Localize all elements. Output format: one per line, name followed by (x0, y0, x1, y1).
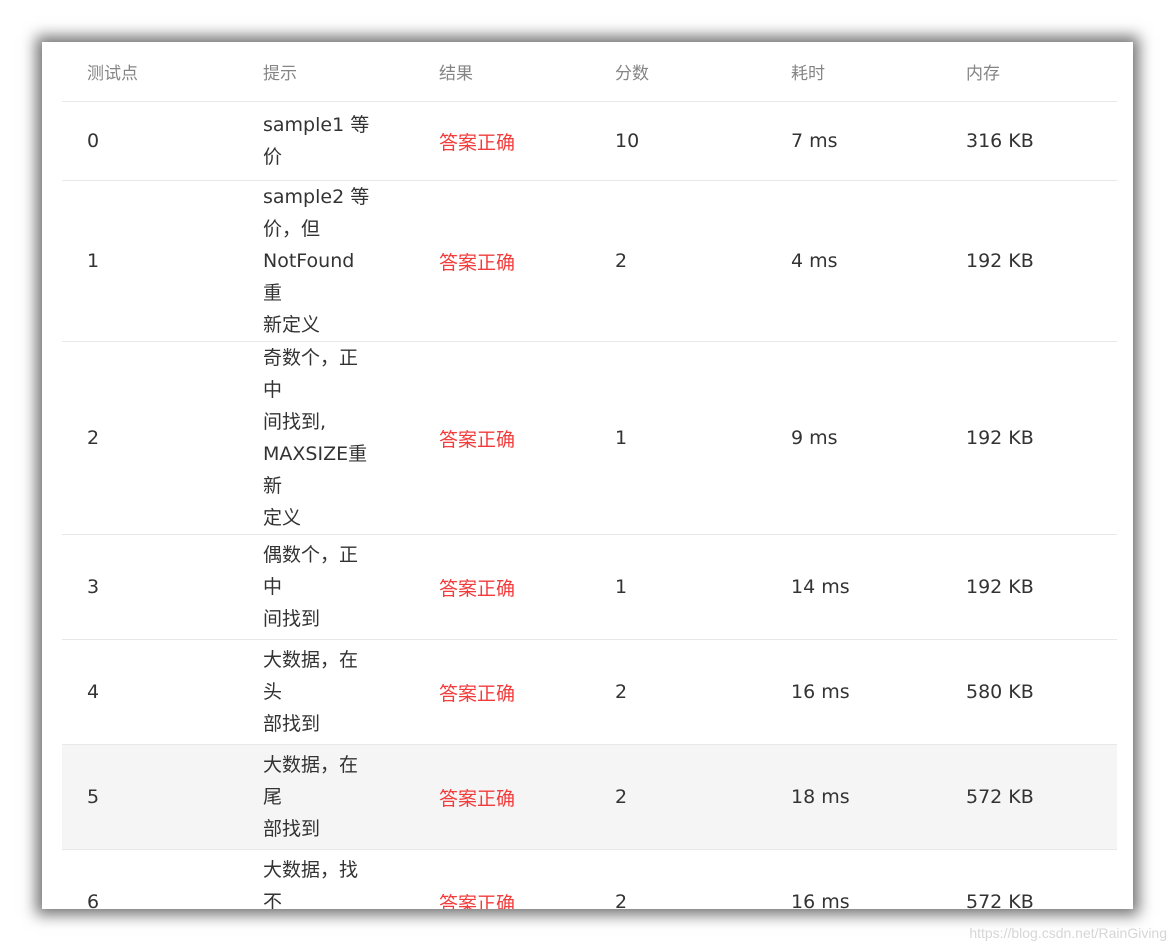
header-memory: 内存 (941, 42, 1117, 102)
hint-line: 奇数个，正中 (263, 347, 359, 401)
header-time: 耗时 (766, 42, 941, 102)
table-header-row: 测试点 提示 结果 分数 耗时 内存 (62, 42, 1117, 102)
cell-time: 18 ms (766, 744, 941, 850)
cell-hint: 偶数个，正中 间找到 (238, 534, 414, 640)
cell-hint: sample2 等 价，但 NotFound重 新定义 (238, 180, 414, 342)
cell-test-point: 1 (62, 180, 238, 342)
cell-test-point: 3 (62, 534, 238, 640)
cell-hint: 大数据，找不 到 (238, 849, 414, 909)
cell-score: 1 (590, 534, 766, 640)
test-results-table: 测试点 提示 结果 分数 耗时 内存 0 sample1 等价 答案正确 10 … (62, 42, 1117, 909)
cell-test-point: 6 (62, 849, 238, 909)
hint-line: 部找到 (263, 818, 321, 840)
cell-memory: 580 KB (941, 639, 1117, 745)
hint-line: 大数据，找不 (263, 859, 359, 909)
cell-time: 14 ms (766, 534, 941, 640)
hint-line: MAXSIZE重新 (263, 443, 368, 497)
cell-result: 答案正确 (414, 639, 590, 745)
cell-hint: 大数据，在尾 部找到 (238, 744, 414, 850)
cell-score: 2 (590, 744, 766, 850)
hint-line: 部找到 (263, 713, 321, 735)
cell-test-point: 0 (62, 101, 238, 181)
table-row: 0 sample1 等价 答案正确 10 7 ms 316 KB (62, 101, 1117, 181)
results-card: 测试点 提示 结果 分数 耗时 内存 0 sample1 等价 答案正确 10 … (42, 42, 1133, 909)
cell-result: 答案正确 (414, 534, 590, 640)
table-row: 2 奇数个，正中 间找到, MAXSIZE重新 定义 答案正确 1 9 ms 1… (62, 341, 1117, 535)
header-result: 结果 (414, 42, 590, 102)
cell-time: 9 ms (766, 341, 941, 535)
watermark: https://blog.csdn.net/RainGiving (969, 925, 1167, 941)
cell-test-point: 4 (62, 639, 238, 745)
cell-memory: 192 KB (941, 180, 1117, 342)
cell-memory: 192 KB (941, 341, 1117, 535)
table-row: 5 大数据，在尾 部找到 答案正确 2 18 ms 572 KB (62, 744, 1117, 850)
cell-test-point: 5 (62, 744, 238, 850)
table-row: 4 大数据，在头 部找到 答案正确 2 16 ms 580 KB (62, 639, 1117, 745)
cell-test-point: 2 (62, 341, 238, 535)
cell-time: 16 ms (766, 849, 941, 909)
cell-memory: 572 KB (941, 849, 1117, 909)
header-score: 分数 (590, 42, 766, 102)
cell-memory: 572 KB (941, 744, 1117, 850)
cell-score: 10 (590, 101, 766, 181)
hint-line: 间找到, (263, 411, 327, 433)
hint-line: sample2 等 (263, 186, 370, 208)
cell-time: 16 ms (766, 639, 941, 745)
hint-line: NotFound重 (263, 250, 355, 304)
hint-line: 大数据，在头 (263, 649, 359, 703)
cell-result: 答案正确 (414, 101, 590, 181)
cell-time: 4 ms (766, 180, 941, 342)
table-row: 3 偶数个，正中 间找到 答案正确 1 14 ms 192 KB (62, 534, 1117, 640)
cell-result: 答案正确 (414, 341, 590, 535)
cell-memory: 316 KB (941, 101, 1117, 181)
cell-score: 2 (590, 849, 766, 909)
hint-line: 新定义 (263, 314, 321, 336)
cell-time: 7 ms (766, 101, 941, 181)
hint-line: 价，但 (263, 218, 321, 240)
hint-line: sample1 等价 (263, 114, 370, 168)
hint-line: 定义 (263, 507, 302, 529)
hint-line: 偶数个，正中 (263, 544, 359, 598)
cell-score: 1 (590, 341, 766, 535)
table-row: 1 sample2 等 价，但 NotFound重 新定义 答案正确 2 4 m… (62, 180, 1117, 342)
header-hint: 提示 (238, 42, 414, 102)
table-row: 6 大数据，找不 到 答案正确 2 16 ms 572 KB (62, 849, 1117, 909)
cell-result: 答案正确 (414, 180, 590, 342)
cell-hint: 大数据，在头 部找到 (238, 639, 414, 745)
hint-line: 间找到 (263, 608, 321, 630)
cell-result: 答案正确 (414, 744, 590, 850)
hint-line: 大数据，在尾 (263, 754, 359, 808)
cell-hint: sample1 等价 (238, 101, 414, 181)
cell-score: 2 (590, 180, 766, 342)
cell-memory: 192 KB (941, 534, 1117, 640)
cell-hint: 奇数个，正中 间找到, MAXSIZE重新 定义 (238, 341, 414, 535)
cell-result: 答案正确 (414, 849, 590, 909)
cell-score: 2 (590, 639, 766, 745)
header-test-point: 测试点 (62, 42, 238, 102)
